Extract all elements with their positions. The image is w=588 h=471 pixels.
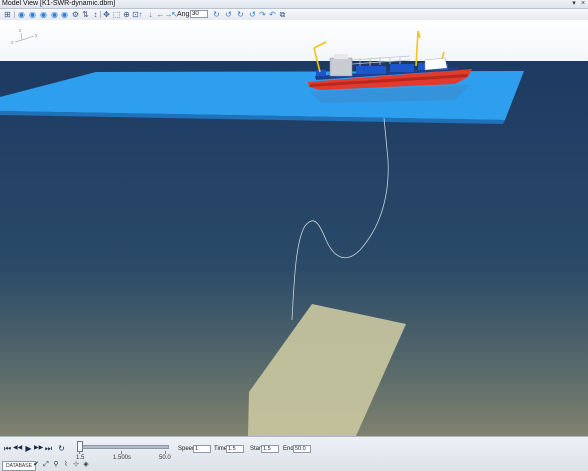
scene-canvas[interactable]: z y x [0, 20, 588, 436]
window-title: Model View [K1-SWR-dynamic.dbm] [2, 0, 116, 7]
vessel-bridge [334, 54, 348, 59]
vertical-scale-icon[interactable]: ↕ [91, 10, 100, 19]
grid-icon[interactable]: ⊞ [3, 10, 12, 19]
pitch-down-icon[interactable]: ↶ [268, 10, 277, 19]
view-top-icon[interactable]: ◉ [50, 10, 59, 19]
bottom-toolbar: DATABASE ✔ ⤢ ⚲ ⌇ ⊹ ◈ [0, 461, 120, 471]
pan-icon[interactable]: ✥ [102, 10, 111, 19]
end-input[interactable] [293, 445, 311, 453]
view-front-icon[interactable]: ◉ [28, 10, 37, 19]
time-slider-track[interactable] [77, 445, 169, 449]
slider-tick [165, 451, 166, 454]
line-tool-icon[interactable]: ⌇ [62, 461, 70, 469]
model-viewport[interactable]: z y x [0, 20, 588, 436]
arrow-down-icon[interactable]: ↓ [146, 10, 155, 19]
vessel-icon[interactable]: ⚙ [71, 10, 80, 19]
pitch-up-icon[interactable]: ↷ [258, 10, 267, 19]
speed-input[interactable] [193, 445, 211, 453]
marker-icon[interactable]: ⚲ [52, 461, 60, 469]
window-titlebar: Model View [K1-SWR-dynamic.dbm] ▾ × [0, 0, 588, 9]
skip-to-start-icon[interactable]: ⏮ [3, 444, 12, 453]
loop-icon[interactable]: ↻ [57, 444, 66, 453]
elevation-icon[interactable]: ⇅ [81, 10, 90, 19]
slider-tick [79, 451, 80, 454]
sky [0, 20, 588, 61]
fit-view-icon[interactable]: ⬚ [112, 10, 121, 19]
close-icon[interactable]: × [579, 0, 587, 8]
step-back-icon[interactable]: ◀◀ [13, 444, 22, 453]
vessel-deckhouse [424, 57, 448, 71]
skip-to-end-icon[interactable]: ⏭ [44, 444, 53, 453]
time-input[interactable] [226, 445, 244, 453]
roll-cw-icon[interactable]: ↻ [236, 10, 245, 19]
roll-ccw-icon[interactable]: ↺ [248, 10, 257, 19]
time-slider-thumb[interactable] [77, 441, 83, 452]
toolbar-divider [100, 11, 101, 18]
arrow-up-icon[interactable]: ↑ [136, 10, 145, 19]
toolbar-divider [14, 11, 15, 18]
playback-panel: ⏮ ◀◀ ▶ ▶▶ ⏭ ↻ 1.5 1.500s 50.0 Speed Time… [0, 436, 588, 471]
slider-end-label: 50.0 [159, 455, 171, 461]
resize-icon[interactable]: ⤢ [42, 461, 50, 469]
start-input[interactable] [261, 445, 279, 453]
view-side-icon[interactable]: ◉ [39, 10, 48, 19]
pin-icon[interactable]: ▾ [570, 0, 578, 8]
zoom-icon[interactable]: ⊕ [122, 10, 131, 19]
play-icon[interactable]: ▶ [24, 444, 33, 453]
rotate-cw-icon[interactable]: ↻ [212, 10, 221, 19]
node-tool-icon[interactable]: ⊹ [72, 461, 80, 469]
vessel-superstructure [329, 57, 353, 77]
render-icon[interactable]: ◈ [82, 461, 90, 469]
rotate-ccw-icon[interactable]: ↺ [224, 10, 233, 19]
angle-input[interactable] [190, 10, 208, 18]
slider-tick [121, 451, 122, 454]
copy-view-icon[interactable]: ⧉ [278, 10, 287, 19]
view-bottom-icon[interactable]: ◉ [60, 10, 69, 19]
step-forward-icon[interactable]: ▶▶ [34, 444, 43, 453]
view-iso-icon[interactable]: ◉ [17, 10, 26, 19]
check-icon[interactable]: ✔ [32, 461, 40, 469]
